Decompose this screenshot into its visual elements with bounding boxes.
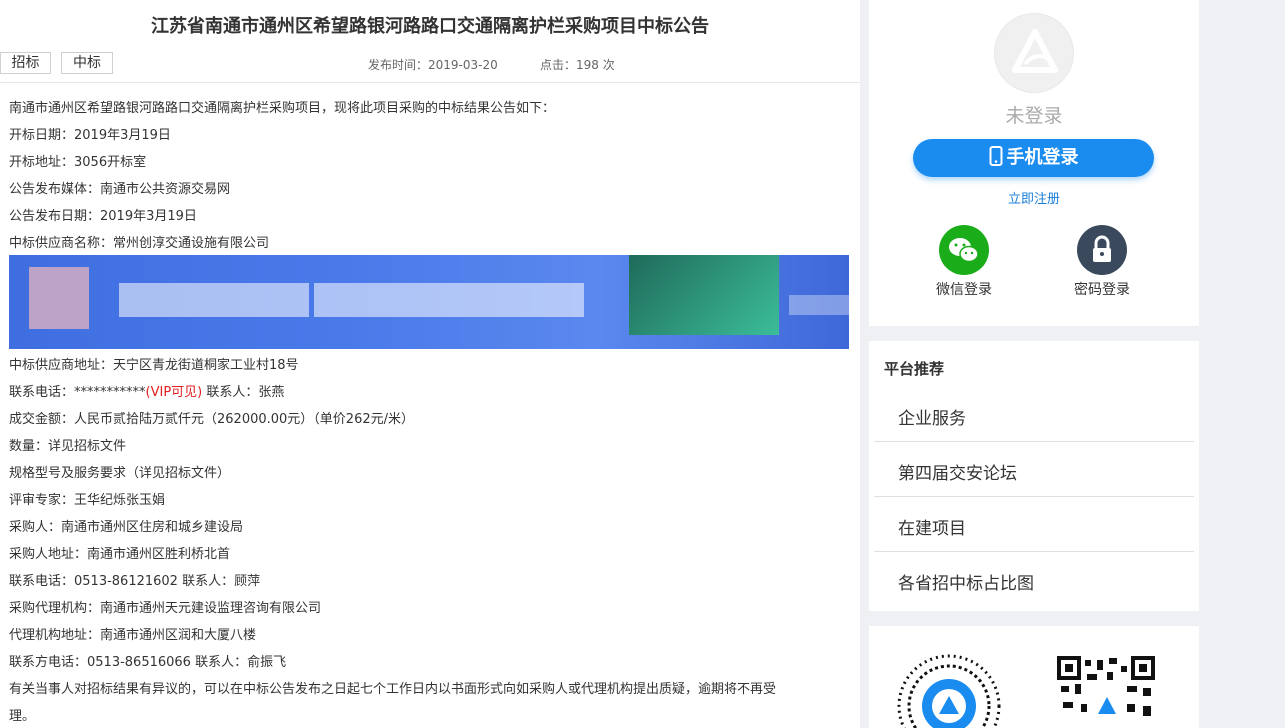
recommend-label: 各省招中标占比图 xyxy=(898,574,1034,594)
column-gutter xyxy=(860,0,869,728)
recommend-item-chart[interactable]: 各省招中标占比图 xyxy=(874,552,1194,607)
content-line: 规格型号及服务要求（详见招标文件） xyxy=(9,466,231,481)
tag-tender[interactable]: 招标 xyxy=(0,52,51,74)
article-main: 江苏省南通市通州区希望路银河路路口交通隔离护栏采购项目中标公告 招标 中标 发布… xyxy=(0,0,860,728)
recommend-card: 平台推荐 企业服务 第四届交安论坛 在建项目 各省招中标占比图 xyxy=(869,341,1199,611)
content-line: 理。 xyxy=(9,709,36,724)
password-login-button[interactable]: 密码登录 xyxy=(1057,225,1147,299)
content-line: 有关当事人对招标结果有异议的，可以在中标公告发布之日起七个工作日内以书面形式向如… xyxy=(9,682,777,697)
content-line: 联系方电话：0513-86516066 联系人：俞振飞 xyxy=(9,655,287,670)
supplier-address: 中标供应商地址：天宁区青龙街道桐家工业村18号 xyxy=(9,358,299,373)
phone-login-label: 手机登录 xyxy=(1006,147,1079,168)
register-link[interactable]: 立即注册 xyxy=(869,188,1199,207)
content-line: 中标供应商名称：常州创淳交通设施有限公司 xyxy=(9,236,270,251)
wechat-login-label: 微信登录 xyxy=(936,282,992,298)
card-gap xyxy=(869,611,1199,626)
content-line: 公告发布日期：2019年3月19日 xyxy=(9,209,197,224)
avatar xyxy=(994,13,1074,93)
recommend-item-forum[interactable]: 第四届交安论坛 xyxy=(874,442,1194,497)
logo-icon xyxy=(1012,29,1058,73)
content-line: 数量：详见招标文件 xyxy=(9,439,127,454)
content-line: 开标地址：3056开标室 xyxy=(9,155,147,170)
vip-link[interactable]: (VIP可见) xyxy=(146,385,203,400)
phone-masked: 联系电话：*********** xyxy=(9,385,146,400)
content-line: 采购人：南通市通州区住房和城乡建设局 xyxy=(9,520,244,535)
content-line: 采购人地址：南通市通州区胜利桥北首 xyxy=(9,547,231,562)
phone-icon xyxy=(989,146,1002,166)
contact-phone-line: 联系电话：***********(VIP可见) 联系人：张燕 xyxy=(9,381,284,400)
wechat-login-button[interactable]: 微信登录 xyxy=(919,225,1009,299)
content-line: 成交金额：人民币贰拾陆万贰仟元（262000.00元）（单价262元/米） xyxy=(9,412,414,427)
recommend-item-projects[interactable]: 在建项目 xyxy=(874,497,1194,552)
lock-icon xyxy=(1077,225,1127,275)
content-line: 代理机构地址：南通市通州区润和大厦八楼 xyxy=(9,628,257,643)
page-title: 江苏省南通市通州区希望路银河路路口交通隔离护栏采购项目中标公告 xyxy=(151,16,709,37)
wechat-icon xyxy=(939,225,989,275)
content-line: 采购代理机构：南通市通州天元建设监理咨询有限公司 xyxy=(9,601,322,616)
login-status: 未登录 xyxy=(1005,105,1063,127)
recommend-item-enterprise-service[interactable]: 企业服务 xyxy=(874,387,1194,442)
click-count: 点击：198 次 xyxy=(540,58,615,72)
content-line: 南通市通州区希望路银河路路口交通隔离护栏采购项目，现将此项目采购的中标结果公告如… xyxy=(9,101,556,116)
ad-banner[interactable] xyxy=(9,255,849,349)
recommend-label: 第四届交安论坛 xyxy=(898,464,1017,484)
content-line: 开标日期：2019年3月19日 xyxy=(9,128,171,143)
content-line: 联系电话：0513-86121602 联系人：顾萍 xyxy=(9,574,261,589)
divider xyxy=(0,82,860,83)
content-line: 评审专家：王华纪烁张玉娟 xyxy=(9,493,166,508)
qr-code-icon xyxy=(897,654,1157,728)
page-margin xyxy=(1199,0,1285,728)
recommend-label: 在建项目 xyxy=(898,519,966,539)
content-line: 公告发布媒体：南通市公共资源交易网 xyxy=(9,182,231,197)
publish-time: 发布时间：2019-03-20 xyxy=(368,58,498,72)
tag-award[interactable]: 中标 xyxy=(61,52,113,74)
login-card: 未登录 手机登录 立即注册 微信登录 密码登录 xyxy=(869,0,1199,326)
recommend-title: 平台推荐 xyxy=(884,360,945,378)
qr-card xyxy=(869,626,1199,728)
card-gap xyxy=(869,326,1199,341)
recommend-label: 企业服务 xyxy=(898,409,966,429)
phone-login-button[interactable]: 手机登录 xyxy=(913,139,1154,177)
contact-person: 联系人：张燕 xyxy=(202,385,285,400)
password-login-label: 密码登录 xyxy=(1074,282,1130,298)
